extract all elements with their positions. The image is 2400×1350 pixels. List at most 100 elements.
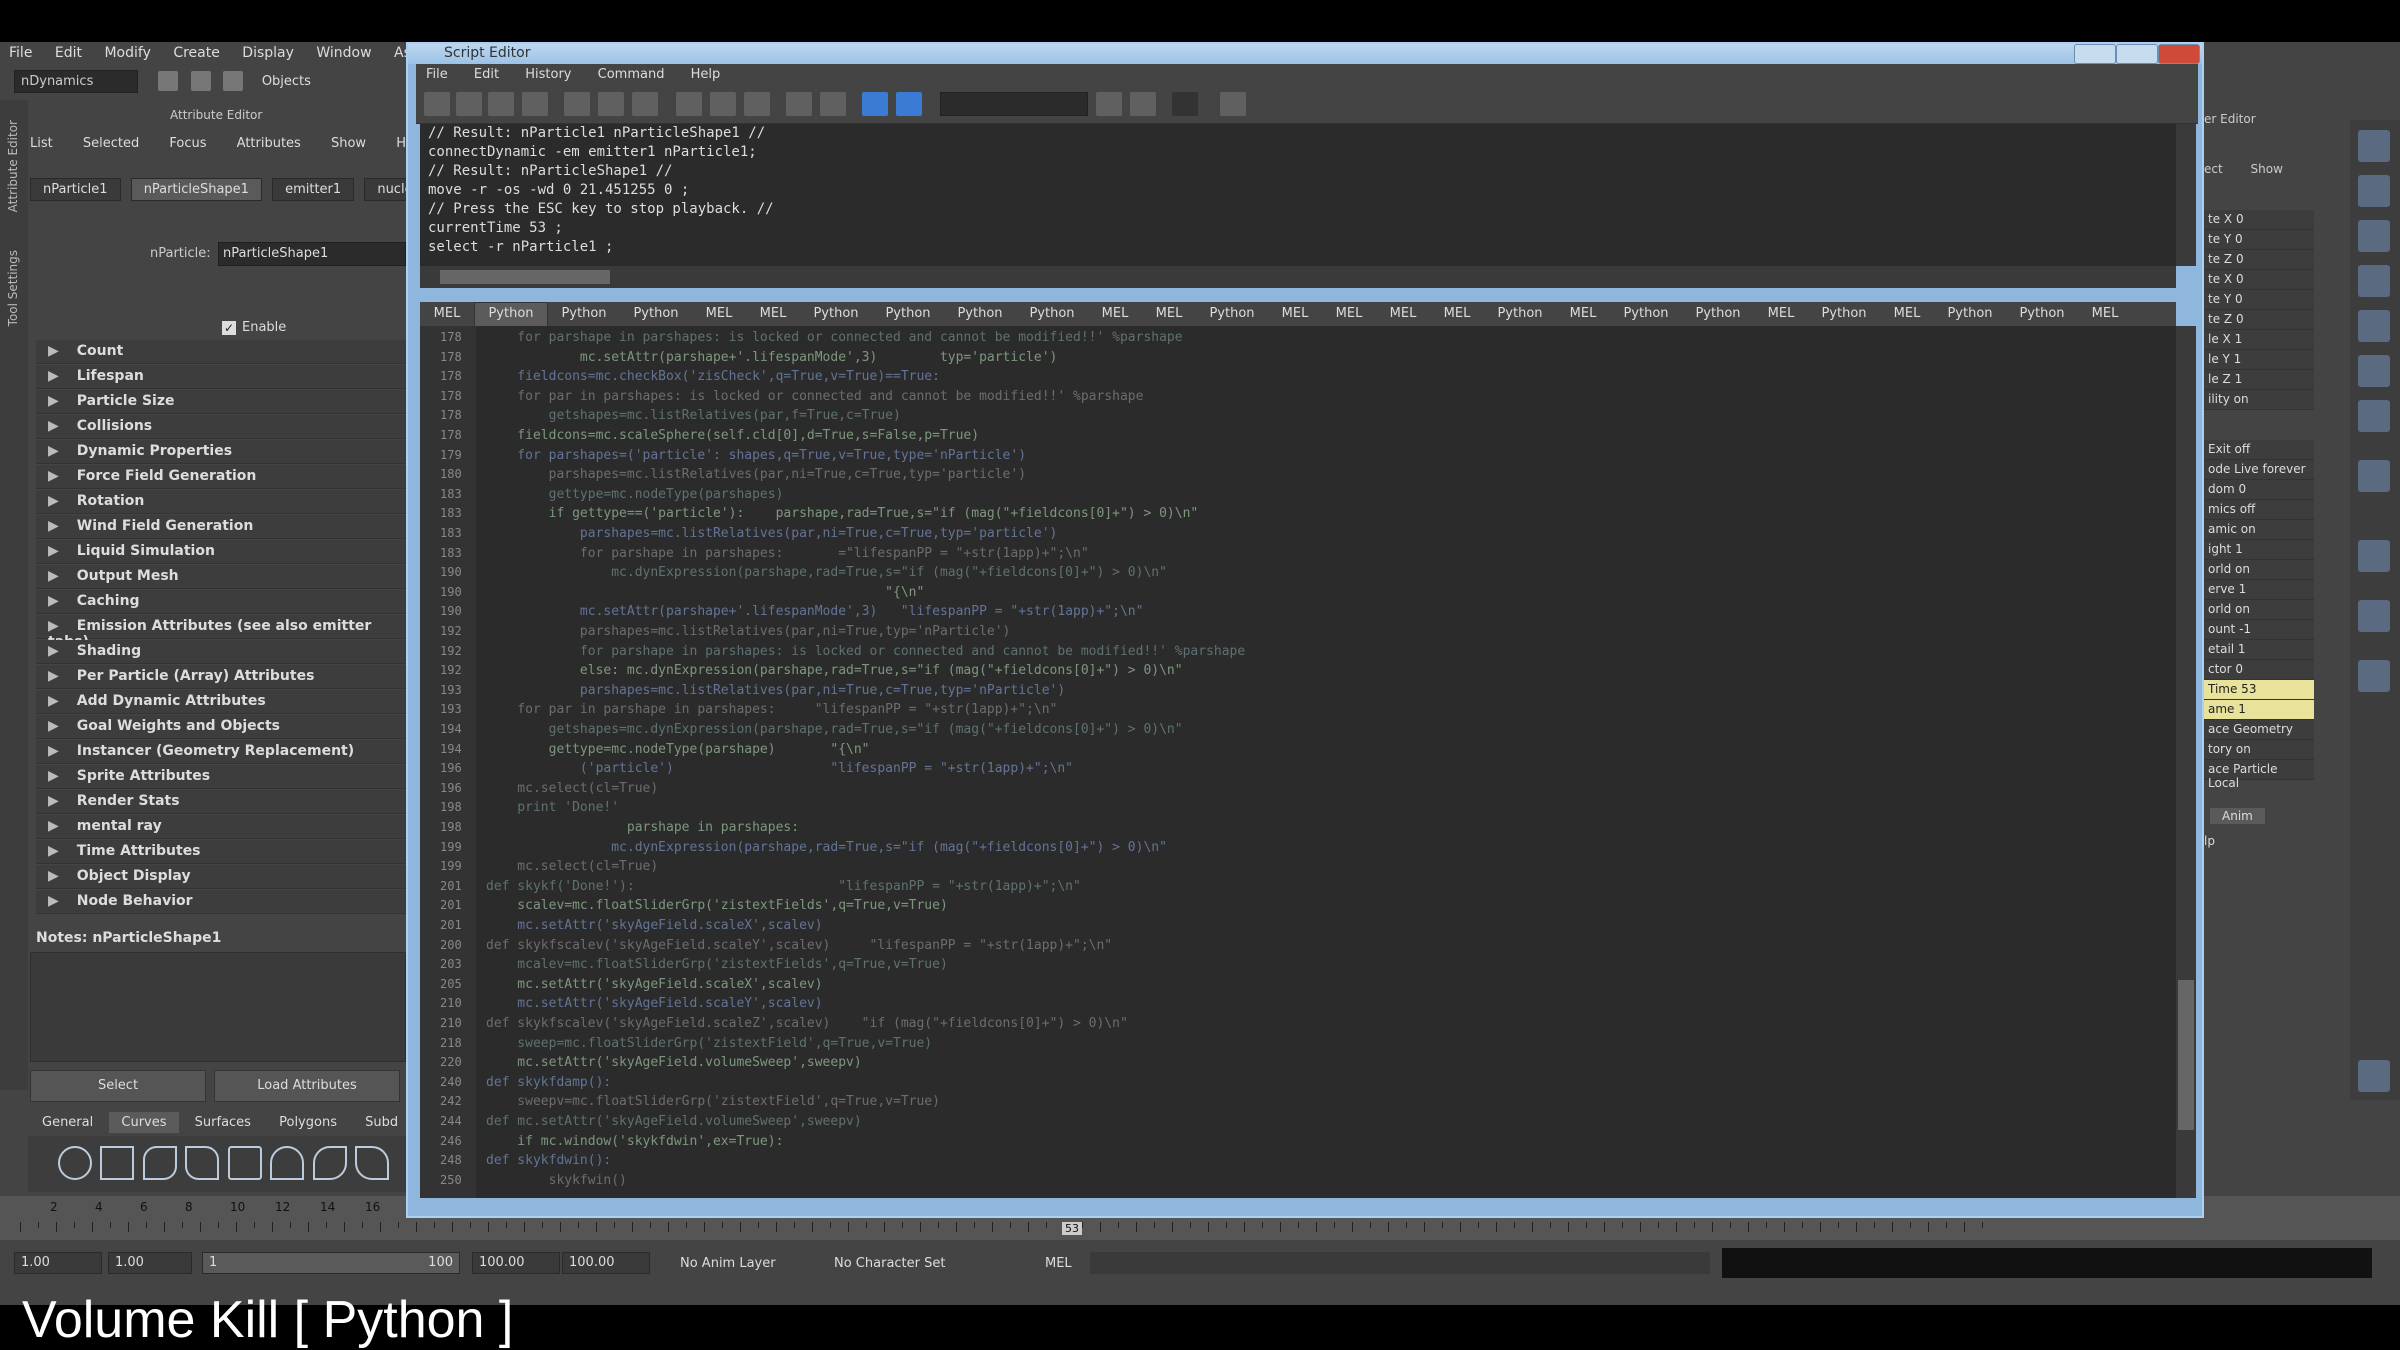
sphere-icon[interactable]	[2358, 310, 2390, 342]
text-curve-icon[interactable]	[355, 1146, 390, 1180]
select-tool-icon[interactable]	[2358, 130, 2390, 162]
script-tab[interactable]: Python	[944, 303, 1016, 326]
bezier-curve-icon[interactable]	[312, 1146, 347, 1180]
ae-section-header[interactable]: ▶ Object Display	[36, 865, 406, 889]
script-tab[interactable]: MEL	[420, 303, 474, 326]
ae-section-header[interactable]: ▶ Force Field Generation	[36, 465, 406, 489]
history-scrollbar[interactable]	[2176, 124, 2196, 266]
channel-row[interactable]: ode Live forever	[2204, 460, 2314, 480]
ae-section-header[interactable]: ▶ mental ray	[36, 815, 406, 839]
channel-row[interactable]: amic on	[2204, 520, 2314, 540]
channel-row[interactable]: ame 1	[2204, 700, 2314, 720]
channel-row[interactable]: ctor 0	[2204, 660, 2314, 680]
save-to-shelf-icon[interactable]	[522, 92, 548, 116]
ae-section-header[interactable]: ▶ Sprite Attributes	[36, 765, 406, 789]
cube-icon[interactable]	[2358, 400, 2390, 432]
pen-icon[interactable]	[2358, 1060, 2390, 1092]
ae-section-header[interactable]: ▶ Count	[36, 340, 406, 364]
script-tab[interactable]: MEL	[1556, 303, 1610, 326]
save-scene-icon[interactable]	[223, 71, 244, 91]
script-tab[interactable]: Python	[1682, 303, 1754, 326]
menu-window[interactable]: Window	[307, 42, 380, 64]
history-hscrollbar[interactable]	[420, 266, 2176, 288]
script-tab[interactable]: Python	[800, 303, 872, 326]
script-tab[interactable]: MEL	[1088, 303, 1142, 326]
ae-menu-attributes[interactable]: Attributes	[237, 136, 301, 151]
script-tab[interactable]: Python	[620, 303, 692, 326]
nurbs-square-icon[interactable]	[100, 1146, 135, 1180]
script-tab[interactable]: MEL	[1754, 303, 1808, 326]
channel-row[interactable]: Exit off	[2204, 440, 2314, 460]
channel-row[interactable]: ight 1	[2204, 540, 2314, 560]
script-tab[interactable]: MEL	[692, 303, 746, 326]
nparticle-name-field[interactable]: nParticleShape1	[218, 242, 406, 266]
show-both-icon[interactable]	[744, 92, 770, 116]
execute-icon[interactable]	[896, 92, 922, 116]
ae-section-header[interactable]: ▶ Output Mesh	[36, 565, 406, 589]
cylinder-icon[interactable]	[2358, 355, 2390, 387]
playback-end-field[interactable]: 100.00	[472, 1252, 560, 1274]
open-script-icon[interactable]	[424, 92, 450, 116]
line-numbers-icon[interactable]	[820, 92, 846, 116]
channel-row[interactable]: le X 1	[2204, 330, 2314, 350]
script-tab[interactable]: Python	[2006, 303, 2078, 326]
channel-row[interactable]: te X 0	[2204, 270, 2314, 290]
side-tab-tool-settings[interactable]: Tool Settings	[6, 250, 20, 326]
side-tab-attribute-editor[interactable]: Attribute Editor	[6, 120, 20, 212]
show-input-icon[interactable]	[710, 92, 736, 116]
channel-row[interactable]: tory on	[2204, 740, 2314, 760]
select-button[interactable]: Select	[30, 1070, 206, 1102]
script-tab[interactable]: Python	[1484, 303, 1556, 326]
character-set-menu[interactable]: No Character Set	[834, 1256, 945, 1271]
script-tab[interactable]: MEL	[1430, 303, 1484, 326]
paint-tool-icon[interactable]	[2358, 220, 2390, 252]
ae-tab-emitter1[interactable]: emitter1	[272, 178, 355, 201]
playback-start-field[interactable]: 1.00	[108, 1252, 192, 1274]
se-menu-edit[interactable]: Edit	[464, 64, 511, 82]
ae-section-header[interactable]: ▶ Instancer (Geometry Replacement)	[36, 740, 406, 764]
menu-display[interactable]: Display	[233, 42, 303, 64]
objects-label[interactable]: Objects	[262, 74, 311, 89]
move-tool-icon[interactable]	[2358, 460, 2390, 492]
script-tab[interactable]: Python	[1016, 303, 1088, 326]
ae-section-header[interactable]: ▶ Per Particle (Array) Attributes	[36, 665, 406, 689]
show-history-icon[interactable]	[676, 92, 702, 116]
open-scene-icon[interactable]	[190, 71, 211, 91]
clear-history-icon[interactable]	[564, 92, 590, 116]
channel-row[interactable]: orld on	[2204, 560, 2314, 580]
ae-menu-show[interactable]: Show	[331, 136, 366, 151]
quick-help-field[interactable]	[940, 92, 1088, 116]
channel-row[interactable]: ount -1	[2204, 620, 2314, 640]
channel-menu-show[interactable]: Show	[2251, 162, 2283, 176]
script-tab[interactable]: MEL	[746, 303, 800, 326]
options-icon[interactable]	[1220, 92, 1246, 116]
ep-curve-icon[interactable]	[185, 1146, 220, 1180]
se-menu-file[interactable]: File	[416, 64, 460, 82]
menu-modify[interactable]: Modify	[95, 42, 159, 64]
channel-row[interactable]: ace Particle Local	[2204, 760, 2314, 790]
layer-tab-anim[interactable]: Anim	[2210, 808, 2265, 824]
ae-section-header[interactable]: ▶ Particle Size	[36, 390, 406, 414]
notes-textarea[interactable]	[30, 952, 406, 1062]
se-menu-help[interactable]: Help	[681, 64, 733, 82]
channel-row[interactable]: dom 0	[2204, 480, 2314, 500]
script-tab[interactable]: MEL	[1142, 303, 1196, 326]
ae-section-header[interactable]: ▶ Add Dynamic Attributes	[36, 690, 406, 714]
channel-row[interactable]: te Y 0	[2204, 230, 2314, 250]
anim-layer-menu[interactable]: No Anim Layer	[680, 1256, 776, 1271]
execute-all-icon[interactable]	[862, 92, 888, 116]
minimize-button[interactable]	[2074, 44, 2116, 64]
layout-icon[interactable]	[2358, 660, 2390, 692]
script-tab[interactable]: MEL	[1268, 303, 1322, 326]
toggle-icon[interactable]	[1172, 92, 1198, 116]
cone-icon[interactable]	[2358, 265, 2390, 297]
curve-tool-icon[interactable]	[2358, 540, 2390, 572]
script-tab[interactable]: MEL	[1376, 303, 1430, 326]
script-tab[interactable]: Python	[1934, 303, 2006, 326]
ae-tab-nparticleshape1[interactable]: nParticleShape1	[130, 178, 262, 201]
search-icon[interactable]	[1096, 92, 1122, 116]
ae-section-header[interactable]: ▶ Caching	[36, 590, 406, 614]
end-time-field[interactable]: 100.00	[562, 1252, 650, 1274]
goto-line-icon[interactable]	[1130, 92, 1156, 116]
ae-menu-selected[interactable]: Selected	[83, 136, 139, 151]
